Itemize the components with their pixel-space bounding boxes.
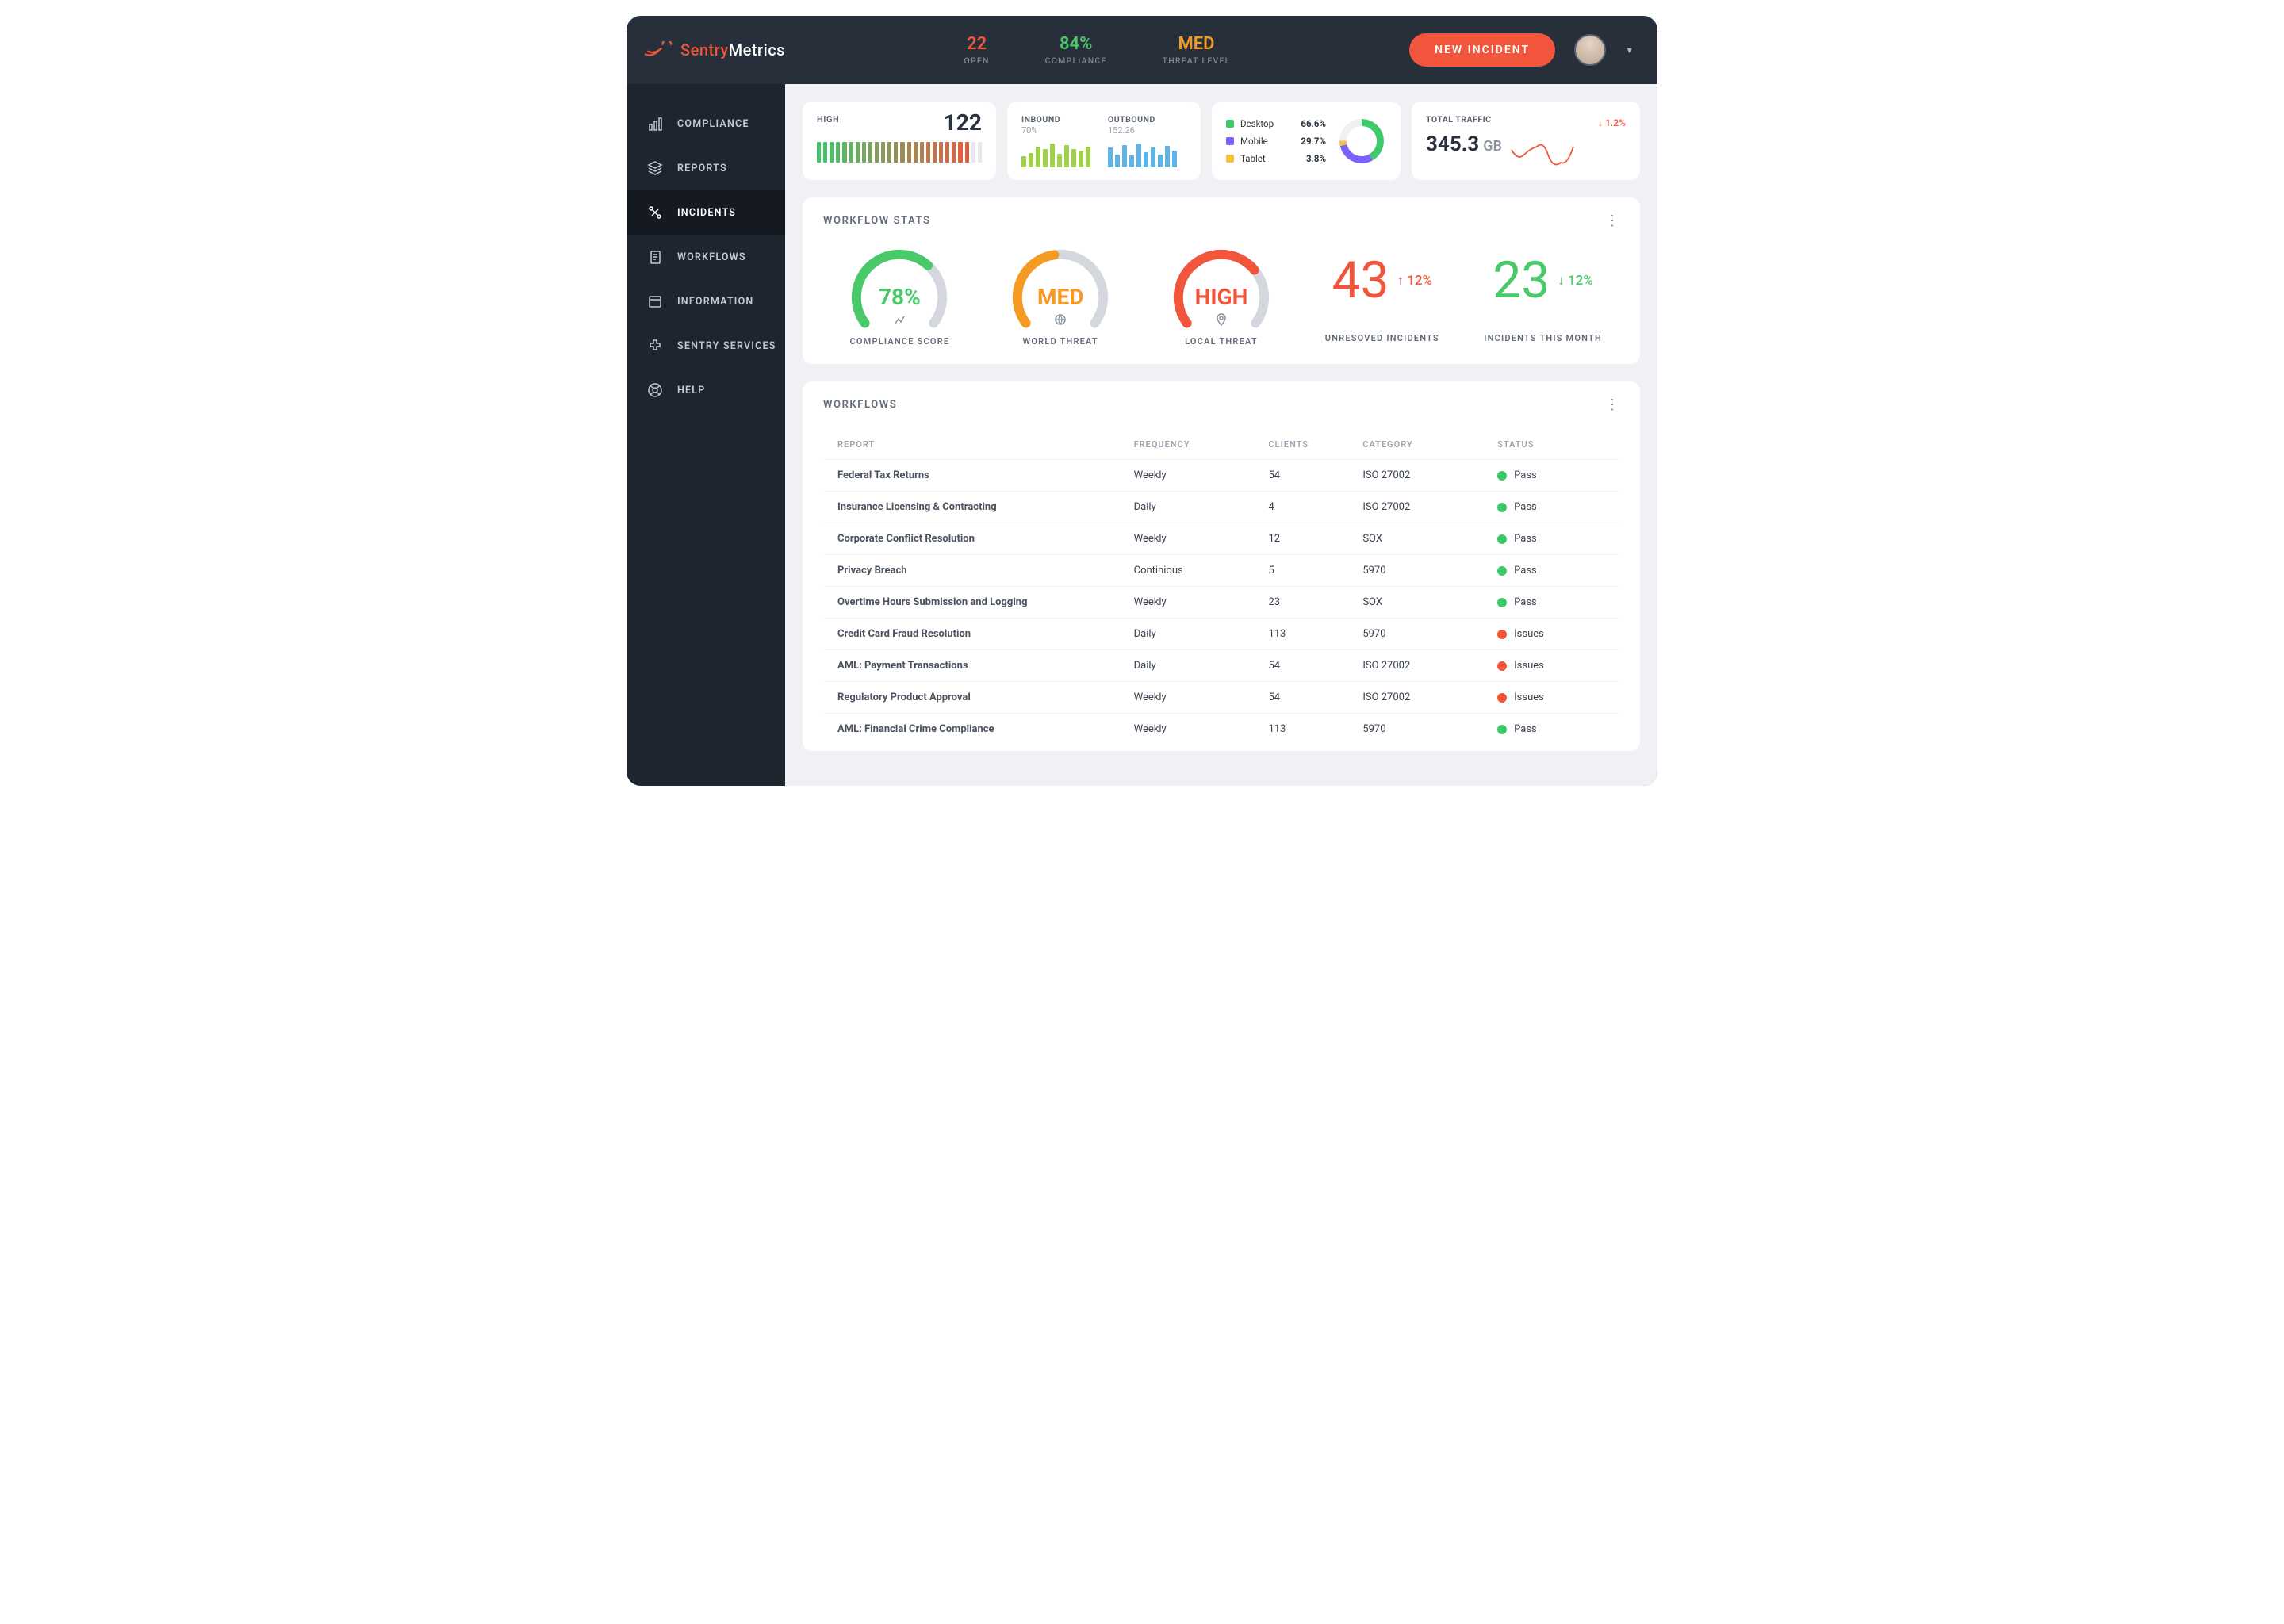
sidebar-item-sentry-services[interactable]: SENTRY SERVICES — [627, 324, 785, 368]
table-row[interactable]: Overtime Hours Submission and LoggingWee… — [823, 586, 1619, 618]
header-stat-open: 22 OPEN — [964, 34, 990, 66]
table-row[interactable]: Privacy BreachContinious55970Pass — [823, 554, 1619, 586]
browser-icon — [647, 293, 663, 309]
panel-workflow-stats: WORKFLOW STATS ⋮ 78%COMPLIANCE SCORE MED… — [803, 197, 1640, 364]
workflows-title: WORKFLOWS — [823, 399, 897, 411]
top-cards: HIGH 122 INBOUND 70% OUTBOUND 152.26 — [803, 102, 1640, 180]
traffic-delta: ↓ 1.2% — [1598, 117, 1626, 128]
card-high-value: 122 — [944, 109, 982, 136]
lifebuoy-icon — [647, 382, 663, 398]
app-shell: SentryMetrics 22 OPEN 84% COMPLIANCE MED… — [627, 16, 1657, 786]
traffic-sparkline — [1510, 139, 1575, 167]
panel-workflows: WORKFLOWS ⋮ REPORT FREQUENCY CLIENTS CAT… — [803, 381, 1640, 751]
traffic-value: 345.3GB — [1426, 132, 1502, 156]
header-right: NEW INCIDENT ▼ — [1409, 33, 1634, 67]
table-row[interactable]: AML: Financial Crime ComplianceWeekly113… — [823, 713, 1619, 745]
card-inbound-outbound: INBOUND 70% OUTBOUND 152.26 — [1007, 102, 1201, 180]
card-high-severity: HIGH 122 — [803, 102, 996, 180]
card-devices: Desktop66.6%Mobile29.7%Tablet3.8% — [1212, 102, 1401, 180]
sidebar-item-workflows[interactable]: WORKFLOWS — [627, 235, 785, 279]
counter-month: 23↓ 12%INCIDENTS THIS MONTH — [1466, 246, 1619, 347]
inbound-bars-chart — [1021, 142, 1090, 167]
outbound-column: OUTBOUND 152.26 — [1108, 114, 1177, 167]
logo-text: SentryMetrics — [680, 40, 785, 60]
sidebar-item-label: COMPLIANCE — [677, 118, 749, 130]
table-row[interactable]: AML: Payment TransactionsDaily54ISO 2700… — [823, 649, 1619, 681]
more-dots-icon[interactable]: ⋮ — [1605, 217, 1619, 224]
logo-mark-icon — [644, 41, 673, 59]
device-donut-chart — [1337, 117, 1386, 166]
header-stat-compliance: 84% COMPLIANCE — [1045, 34, 1107, 66]
device-legend: Desktop66.6%Mobile29.7%Tablet3.8% — [1226, 115, 1326, 167]
table-body: Federal Tax ReturnsWeekly54ISO 27002Pass… — [823, 459, 1619, 745]
device-row: Desktop66.6% — [1226, 115, 1326, 132]
gauge-compliance: 78%COMPLIANCE SCORE — [823, 246, 976, 347]
sidebar-item-information[interactable]: INFORMATION — [627, 279, 785, 324]
sidebar-item-label: REPORTS — [677, 163, 727, 174]
header: SentryMetrics 22 OPEN 84% COMPLIANCE MED… — [627, 16, 1657, 84]
sidebar-item-compliance[interactable]: COMPLIANCE — [627, 102, 785, 146]
header-stats: 22 OPEN 84% COMPLIANCE MED THREAT LEVEL — [785, 34, 1409, 66]
puzzle-icon — [647, 338, 663, 354]
sidebar-item-label: HELP — [677, 385, 705, 396]
layers-icon — [647, 160, 663, 176]
table-row[interactable]: Insurance Licensing & ContractingDaily4I… — [823, 491, 1619, 523]
device-row: Tablet3.8% — [1226, 150, 1326, 167]
table-row[interactable]: Federal Tax ReturnsWeekly54ISO 27002Pass — [823, 459, 1619, 491]
sidebar-item-incidents[interactable]: INCIDENTS — [627, 190, 785, 235]
logo: SentryMetrics — [644, 40, 785, 60]
high-bars-chart — [817, 140, 982, 163]
sidebar: COMPLIANCE REPORTS INCIDENTS WORKFLOWS INFOR… — [627, 84, 785, 786]
table-row[interactable]: Credit Card Fraud ResolutionDaily1135970… — [823, 618, 1619, 649]
inbound-column: INBOUND 70% — [1021, 114, 1090, 167]
sidebar-item-reports[interactable]: REPORTS — [627, 146, 785, 190]
chart-bar-icon — [647, 116, 663, 132]
device-row: Mobile29.7% — [1226, 132, 1326, 150]
main-content: HIGH 122 INBOUND 70% OUTBOUND 152.26 — [785, 84, 1657, 786]
traffic-label: TOTAL TRAFFIC — [1426, 114, 1502, 124]
tools-icon — [647, 205, 663, 220]
sidebar-item-help[interactable]: HELP — [627, 368, 785, 412]
chevron-down-icon[interactable]: ▼ — [1625, 45, 1634, 56]
header-stat-threat: MED THREAT LEVEL — [1163, 34, 1231, 66]
clipboard-icon — [647, 249, 663, 265]
outbound-bars-chart — [1108, 142, 1177, 167]
sidebar-item-label: WORKFLOWS — [677, 251, 746, 263]
table-row[interactable]: Regulatory Product ApprovalWeekly54ISO 2… — [823, 681, 1619, 713]
gauge-local-threat: HIGHLOCAL THREAT — [1145, 246, 1298, 347]
workflow-stats-title: WORKFLOW STATS — [823, 215, 931, 227]
more-dots-icon[interactable]: ⋮ — [1605, 401, 1619, 408]
avatar[interactable] — [1574, 34, 1606, 66]
card-total-traffic: TOTAL TRAFFIC 345.3GB ↓ 1.2% — [1412, 102, 1640, 180]
new-incident-button[interactable]: NEW INCIDENT — [1409, 33, 1555, 67]
table-row[interactable]: Corporate Conflict ResolutionWeekly12SOX… — [823, 523, 1619, 554]
gauge-world-threat: MEDWORLD THREAT — [984, 246, 1137, 347]
sidebar-item-label: INFORMATION — [677, 296, 753, 308]
table-header: REPORT FREQUENCY CLIENTS CATEGORY STATUS — [823, 430, 1619, 459]
sidebar-item-label: SENTRY SERVICES — [677, 340, 776, 352]
sidebar-item-label: INCIDENTS — [677, 207, 736, 219]
counter-unresolved: 43↑ 12%UNRESOVED INCIDENTS — [1305, 246, 1458, 347]
